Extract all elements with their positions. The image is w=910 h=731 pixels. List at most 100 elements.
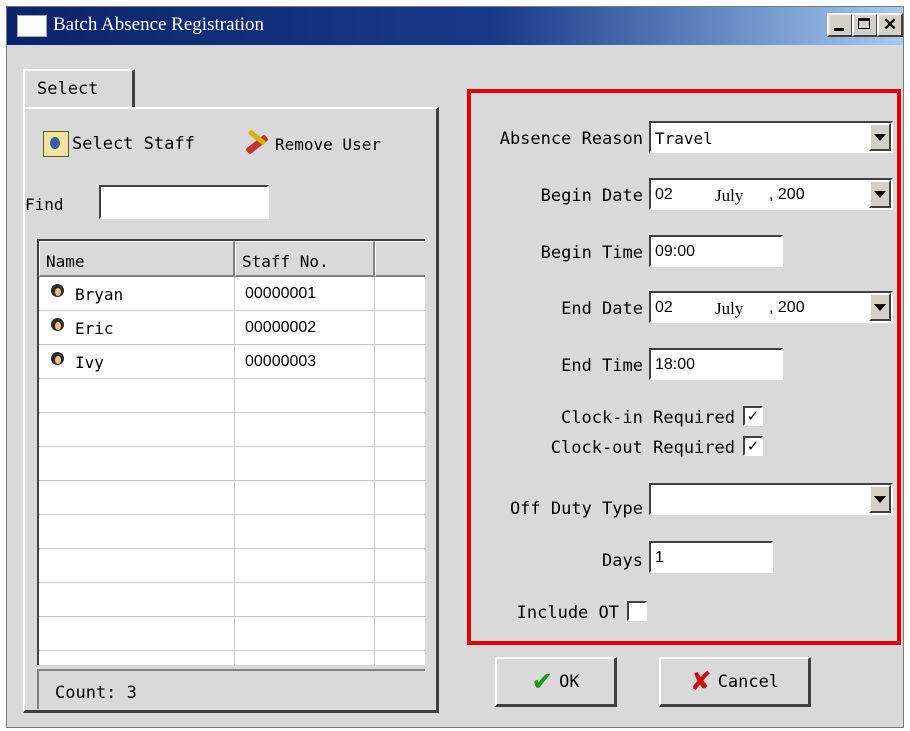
empty-cell	[235, 617, 375, 651]
maximize-icon	[858, 18, 870, 29]
batch-absence-window: Batch Absence Registration ✕ Select Sele…	[6, 6, 904, 728]
begin-date-month: July	[715, 186, 744, 205]
maximize-button[interactable]	[852, 13, 878, 37]
name-cell: Ivy	[39, 345, 235, 379]
title-bar[interactable]: Batch Absence Registration ✕	[7, 7, 903, 45]
empty-row	[39, 583, 425, 617]
select-staff-icon	[43, 131, 69, 157]
chevron-down-icon[interactable]	[869, 123, 891, 151]
empty-cell	[235, 379, 375, 413]
find-label: Find	[25, 195, 64, 214]
end-date-label: End Date	[561, 299, 643, 319]
begin-time-label: Begin Time	[540, 243, 643, 263]
find-input[interactable]	[99, 185, 269, 219]
end-date-day: 02	[655, 299, 673, 316]
select-staff-button[interactable]: Select Staff	[43, 131, 195, 157]
end-date-year: , 200	[769, 299, 805, 316]
table-row[interactable]: Ivy 00000003	[39, 345, 425, 379]
empty-cell	[235, 447, 375, 481]
empty-cell	[39, 549, 235, 583]
staff-table[interactable]: Name Staff No. Bryan 00000001 Eric 00000…	[37, 239, 425, 665]
chevron-down-icon[interactable]	[869, 180, 891, 208]
empty-cell	[39, 617, 235, 651]
empty-row	[39, 515, 425, 549]
begin-date-day: 02	[655, 186, 673, 203]
minimize-button[interactable]	[827, 13, 853, 37]
empty-row	[39, 447, 425, 481]
empty-cell	[39, 583, 235, 617]
begin-date-year: , 200	[769, 186, 805, 203]
staff-number: 00000003	[245, 353, 317, 370]
chevron-down-icon[interactable]	[869, 485, 891, 513]
cancel-label: Cancel	[717, 671, 780, 692]
off-duty-type-select[interactable]	[649, 483, 893, 515]
clock-out-label: Clock-out Required	[550, 438, 735, 458]
empty-cell	[39, 413, 235, 447]
absence-reason-label: Absence Reason	[499, 129, 643, 149]
minimize-icon	[834, 28, 844, 31]
end-time-value: 18:00	[655, 356, 696, 373]
empty-row	[39, 549, 425, 583]
empty-cell	[39, 447, 235, 481]
checkmark-icon: ✔	[531, 666, 554, 697]
staff-no-cell: 00000002	[235, 311, 375, 345]
empty-row	[39, 651, 425, 665]
end-time-label: End Time	[561, 356, 643, 376]
absence-reason-value: Travel	[655, 129, 713, 148]
include-ot-label: Include OT	[516, 603, 619, 623]
select-staff-label: Select Staff	[72, 134, 195, 154]
name-cell: Eric	[39, 311, 235, 345]
include-ot-checkbox[interactable]	[627, 601, 647, 621]
staff-number: 00000002	[245, 319, 317, 336]
close-button[interactable]: ✕	[877, 13, 903, 37]
days-label: Days	[602, 551, 643, 571]
empty-row	[39, 481, 425, 515]
begin-date-picker[interactable]: 02 July , 200	[649, 178, 893, 210]
cancel-icon: ✘	[689, 666, 712, 697]
table-row[interactable]: Eric 00000002	[39, 311, 425, 345]
absence-reason-select[interactable]: Travel	[649, 121, 893, 153]
empty-cell	[235, 481, 375, 515]
staff-number: 00000001	[245, 285, 317, 302]
window-title: Batch Absence Registration	[53, 14, 265, 35]
table-row[interactable]: Bryan 00000001	[39, 277, 425, 311]
remove-user-icon	[243, 131, 271, 157]
name-cell: Bryan	[39, 277, 235, 311]
tab-select[interactable]: Select	[23, 69, 135, 109]
empty-row	[39, 617, 425, 651]
empty-cell	[39, 515, 235, 549]
ok-label: OK	[559, 671, 580, 692]
clock-in-label: Clock-in Required	[561, 408, 735, 428]
person-icon	[49, 318, 65, 338]
empty-row	[39, 379, 425, 413]
staff-no-cell: 00000003	[235, 345, 375, 379]
end-time-input[interactable]: 18:00	[649, 348, 783, 380]
empty-cell	[39, 379, 235, 413]
days-input[interactable]: 1	[649, 541, 773, 573]
count-status: Count: 3	[37, 669, 425, 709]
empty-cell	[235, 413, 375, 447]
column-header-staff-no[interactable]: Staff No.	[235, 241, 375, 277]
cancel-button[interactable]: ✘ Cancel	[659, 657, 811, 707]
begin-time-input[interactable]: 09:00	[649, 235, 783, 267]
column-header-empty	[375, 241, 425, 277]
chevron-down-icon[interactable]	[869, 293, 891, 321]
empty-cell	[39, 481, 235, 515]
staff-name: Eric	[75, 319, 114, 338]
begin-time-value: 09:00	[655, 243, 696, 260]
end-date-month: July	[715, 299, 744, 318]
remove-user-button[interactable]: Remove User	[243, 131, 381, 157]
column-header-name[interactable]: Name	[39, 241, 235, 277]
empty-cell	[39, 651, 235, 665]
person-icon	[49, 352, 65, 372]
staff-name: Bryan	[75, 285, 124, 304]
empty-cell	[235, 515, 375, 549]
clock-out-checkbox[interactable]: ✓	[743, 436, 763, 456]
end-date-picker[interactable]: 02 July , 200	[649, 291, 893, 323]
begin-date-label: Begin Date	[540, 186, 643, 206]
window-icon	[17, 15, 47, 37]
ok-button[interactable]: ✔ OK	[495, 657, 617, 707]
clock-in-checkbox[interactable]: ✓	[743, 406, 763, 426]
remove-user-label: Remove User	[275, 134, 381, 154]
empty-row	[39, 413, 425, 447]
